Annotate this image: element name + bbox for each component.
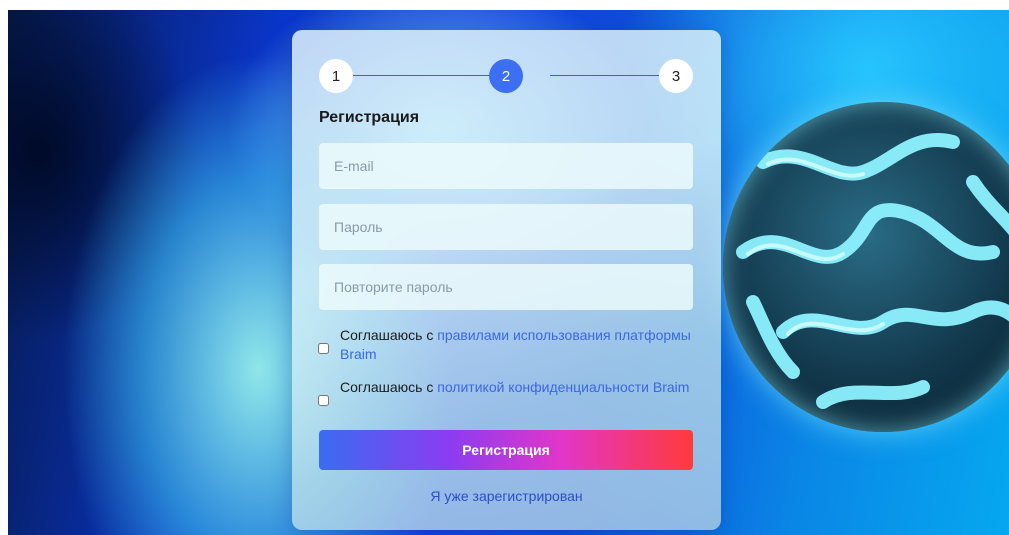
stepper: 1 2 3 bbox=[319, 59, 693, 93]
sphere-pattern bbox=[736, 133, 1009, 409]
repeat-password-field[interactable] bbox=[319, 264, 693, 310]
privacy-label: Соглашаюсь с политикой конфиденциальност… bbox=[340, 378, 700, 397]
terms-checkbox[interactable] bbox=[318, 343, 329, 354]
already-registered-link[interactable]: Я уже зарегистрирован bbox=[292, 488, 721, 504]
stepper-line bbox=[550, 75, 659, 76]
privacy-prefix: Соглашаюсь с bbox=[340, 379, 438, 395]
email-field[interactable] bbox=[319, 143, 693, 189]
step-3: 3 bbox=[659, 59, 693, 93]
privacy-checkbox[interactable] bbox=[318, 395, 329, 406]
step-2-active: 2 bbox=[489, 59, 523, 93]
step-1: 1 bbox=[319, 59, 353, 93]
terms-prefix: Соглашаюсь с bbox=[340, 327, 438, 343]
form-title: Регистрация bbox=[319, 109, 420, 126]
registration-card: 1 2 3 Регистрация Соглашаюсь с правилами… bbox=[292, 30, 721, 530]
decorative-sphere bbox=[723, 102, 1009, 432]
privacy-link[interactable]: политикой конфиденциальности Braim bbox=[437, 379, 689, 395]
register-button[interactable]: Регистрация bbox=[319, 430, 693, 470]
terms-label: Соглашаюсь с правилами использования пла… bbox=[340, 326, 700, 364]
password-field[interactable] bbox=[319, 204, 693, 250]
